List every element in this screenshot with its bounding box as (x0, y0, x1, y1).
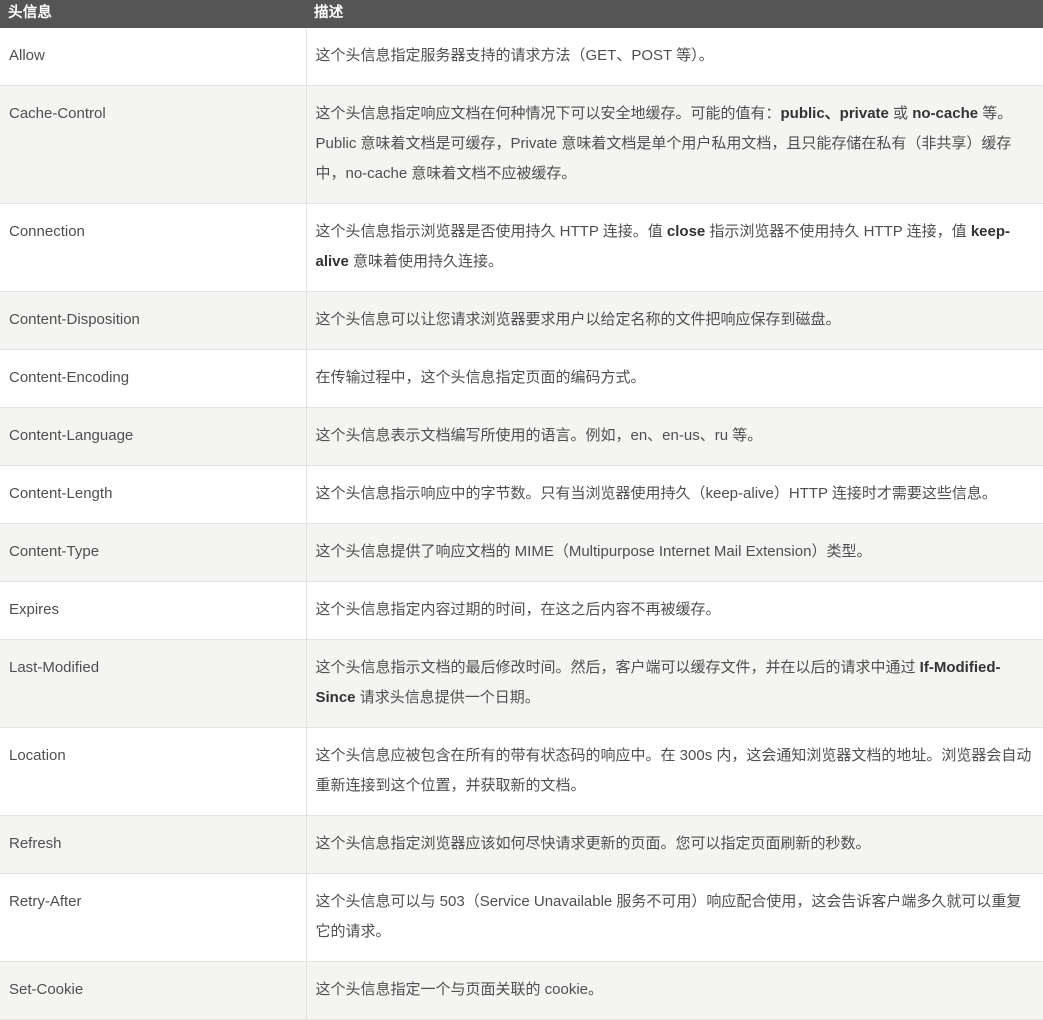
table-header-row: 头信息 描述 (0, 0, 1043, 28)
cell-header-description: 这个头信息指定内容过期的时间，在这之后内容不再被缓存。 (306, 581, 1043, 640)
table-row: Set-Cookie 这个头信息指定一个与页面关联的 cookie。 (0, 961, 1043, 1020)
http-response-headers-table: 头信息 描述 Allow 这个头信息指定服务器支持的请求方法（GET、POST 等… (0, 0, 1043, 1020)
table-row: Cache-Control 这个头信息指定响应文档在何种情况下可以安全地缓存。可能… (0, 85, 1043, 204)
column-header-header-name: 头信息 (0, 0, 306, 28)
cell-header-name: Set-Cookie (0, 961, 307, 1020)
table-row: Allow 这个头信息指定服务器支持的请求方法（GET、POST 等）。 (0, 28, 1043, 86)
cell-header-name: Content-Type (0, 523, 307, 582)
cell-header-description: 这个头信息指定响应文档在何种情况下可以安全地缓存。可能的值有：public、pr… (306, 85, 1043, 204)
cell-header-description: 这个头信息指示响应中的字节数。只有当浏览器使用持久（keep-alive）HTT… (306, 465, 1043, 524)
cell-header-description: 这个头信息应被包含在所有的带有状态码的响应中。在 300s 内，这会通知浏览器文… (306, 727, 1043, 816)
table-head: 头信息 描述 (0, 0, 1043, 28)
cell-header-description: 这个头信息指定一个与页面关联的 cookie。 (306, 961, 1043, 1020)
cell-header-name: Content-Disposition (0, 291, 307, 350)
cell-header-name: Allow (0, 28, 307, 86)
cell-header-name: Content-Language (0, 407, 307, 466)
cell-header-description: 这个头信息提供了响应文档的 MIME（Multipurpose Internet… (306, 523, 1043, 582)
table-row: Retry-After 这个头信息可以与 503（Service Unavaila… (0, 873, 1043, 962)
table-row: Refresh 这个头信息指定浏览器应该如何尽快请求更新的页面。您可以指定页面刷新… (0, 815, 1043, 874)
table-row: Content-Disposition 这个头信息可以让您请求浏览器要求用户以给定… (0, 291, 1043, 350)
table-row: Content-Language 这个头信息表示文档编写所使用的语言。例如，en、… (0, 407, 1043, 466)
cell-header-description: 这个头信息表示文档编写所使用的语言。例如，en、en-us、ru 等。 (306, 407, 1043, 466)
cell-header-name: Cache-Control (0, 85, 307, 204)
table-row: Connection 这个头信息指示浏览器是否使用持久 HTTP 连接。值 clo… (0, 203, 1043, 292)
cell-header-name: Expires (0, 581, 307, 640)
cell-header-name: Content-Length (0, 465, 307, 524)
table-body: Allow 这个头信息指定服务器支持的请求方法（GET、POST 等）。 Cache… (0, 28, 1043, 1020)
cell-header-name: Location (0, 727, 307, 816)
cell-header-description: 这个头信息指示浏览器是否使用持久 HTTP 连接。值 close 指示浏览器不使… (306, 203, 1043, 292)
cell-header-name: Refresh (0, 815, 307, 874)
cell-header-description: 这个头信息可以让您请求浏览器要求用户以给定名称的文件把响应保存到磁盘。 (306, 291, 1043, 350)
cell-header-description: 在传输过程中，这个头信息指定页面的编码方式。 (306, 349, 1043, 408)
cell-header-name: Content-Encoding (0, 349, 307, 408)
cell-header-name: Connection (0, 203, 307, 292)
cell-header-name: Retry-After (0, 873, 307, 962)
table-row: Content-Type 这个头信息提供了响应文档的 MIME（Multipurp… (0, 523, 1043, 582)
cell-header-description: 这个头信息可以与 503（Service Unavailable 服务不可用）响… (306, 873, 1043, 962)
cell-header-name: Last-Modified (0, 639, 307, 728)
cell-header-description: 这个头信息指定服务器支持的请求方法（GET、POST 等）。 (306, 28, 1043, 86)
column-header-description: 描述 (306, 0, 1043, 28)
table-row: Location 这个头信息应被包含在所有的带有状态码的响应中。在 300s 内，… (0, 727, 1043, 816)
cell-header-description: 这个头信息指示文档的最后修改时间。然后，客户端可以缓存文件，并在以后的请求中通过… (306, 639, 1043, 728)
table-row: Content-Encoding 在传输过程中，这个头信息指定页面的编码方式。 (0, 349, 1043, 408)
table-row: Expires 这个头信息指定内容过期的时间，在这之后内容不再被缓存。 (0, 581, 1043, 640)
cell-header-description: 这个头信息指定浏览器应该如何尽快请求更新的页面。您可以指定页面刷新的秒数。 (306, 815, 1043, 874)
table-row: Last-Modified 这个头信息指示文档的最后修改时间。然后，客户端可以缓存… (0, 639, 1043, 728)
table-row: Content-Length 这个头信息指示响应中的字节数。只有当浏览器使用持久（… (0, 465, 1043, 524)
